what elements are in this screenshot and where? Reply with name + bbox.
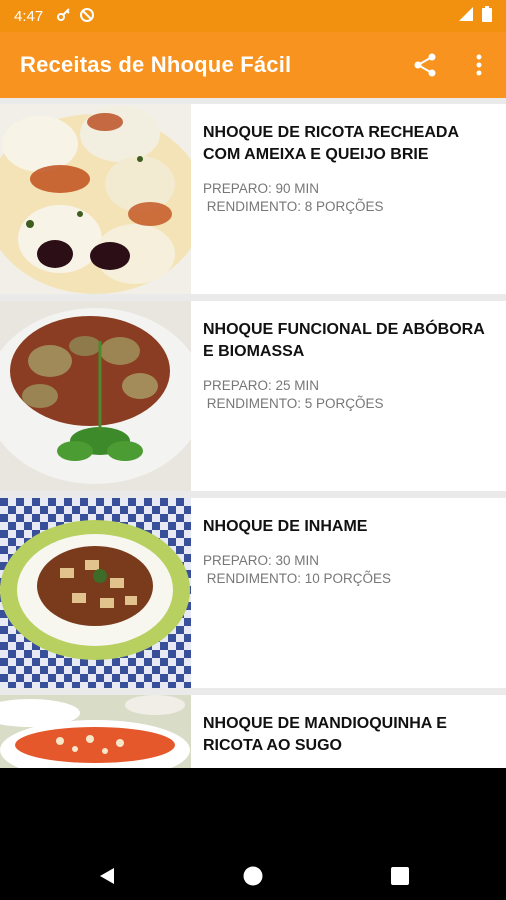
sync-icon [79,7,95,26]
recipe-title: NHOQUE DE MANDIOQUINHA E RICOTA AO SUGO [203,715,447,754]
home-icon [243,866,263,886]
recipe-title: NHOQUE DE INHAME [203,518,368,535]
recipe-list[interactable]: NHOQUE DE RICOTA RECHEADA COM AMEIXA E Q… [0,98,506,768]
recipe-card[interactable]: NHOQUE FUNCIONAL DE ABÓBORA E BIOMASSA P… [0,301,506,491]
recipe-prep-time: PREPARO: 30 MIN [203,553,320,568]
recipe-yield: RENDIMENTO: 5 PORÇÕES [203,396,384,411]
home-button[interactable] [233,856,273,896]
recipe-image [0,695,191,768]
back-icon [100,868,114,884]
status-bar: 4:47 [0,0,506,32]
more-vert-icon [476,54,482,76]
app-title: Receitas de Nhoque Fácil [20,52,292,77]
recipe-title: NHOQUE FUNCIONAL DE ABÓBORA E BIOMASSA [203,321,485,360]
recipe-card[interactable]: NHOQUE DE INHAME PREPARO: 30 MIN RENDIME… [0,498,506,688]
recipe-card[interactable]: NHOQUE DE MANDIOQUINHA E RICOTA AO SUGO [0,695,506,768]
recipe-prep-time: PREPARO: 25 MIN [203,378,320,393]
recipe-image [0,498,191,688]
key-icon [57,7,71,25]
recipe-yield: RENDIMENTO: 10 PORÇÕES [203,571,392,586]
battery-icon [482,6,492,26]
recents-icon [391,867,409,885]
signal-icon [458,6,474,26]
share-button[interactable] [398,38,452,92]
recipe-card[interactable]: NHOQUE DE RICOTA RECHEADA COM AMEIXA E Q… [0,104,506,294]
recents-button[interactable] [380,856,420,896]
recipe-yield: RENDIMENTO: 8 PORÇÕES [203,199,384,214]
recipe-image [0,301,191,491]
back-button[interactable] [86,856,126,896]
recipe-image [0,104,191,294]
app-bar: Receitas de Nhoque Fácil [0,32,506,98]
navigation-bar [0,768,506,900]
status-time: 4:47 [14,7,44,25]
recipe-prep-time: PREPARO: 90 MIN [203,181,320,196]
more-options-button[interactable] [452,38,506,92]
share-icon [414,53,436,77]
recipe-title: NHOQUE DE RICOTA RECHEADA COM AMEIXA E Q… [203,124,459,163]
